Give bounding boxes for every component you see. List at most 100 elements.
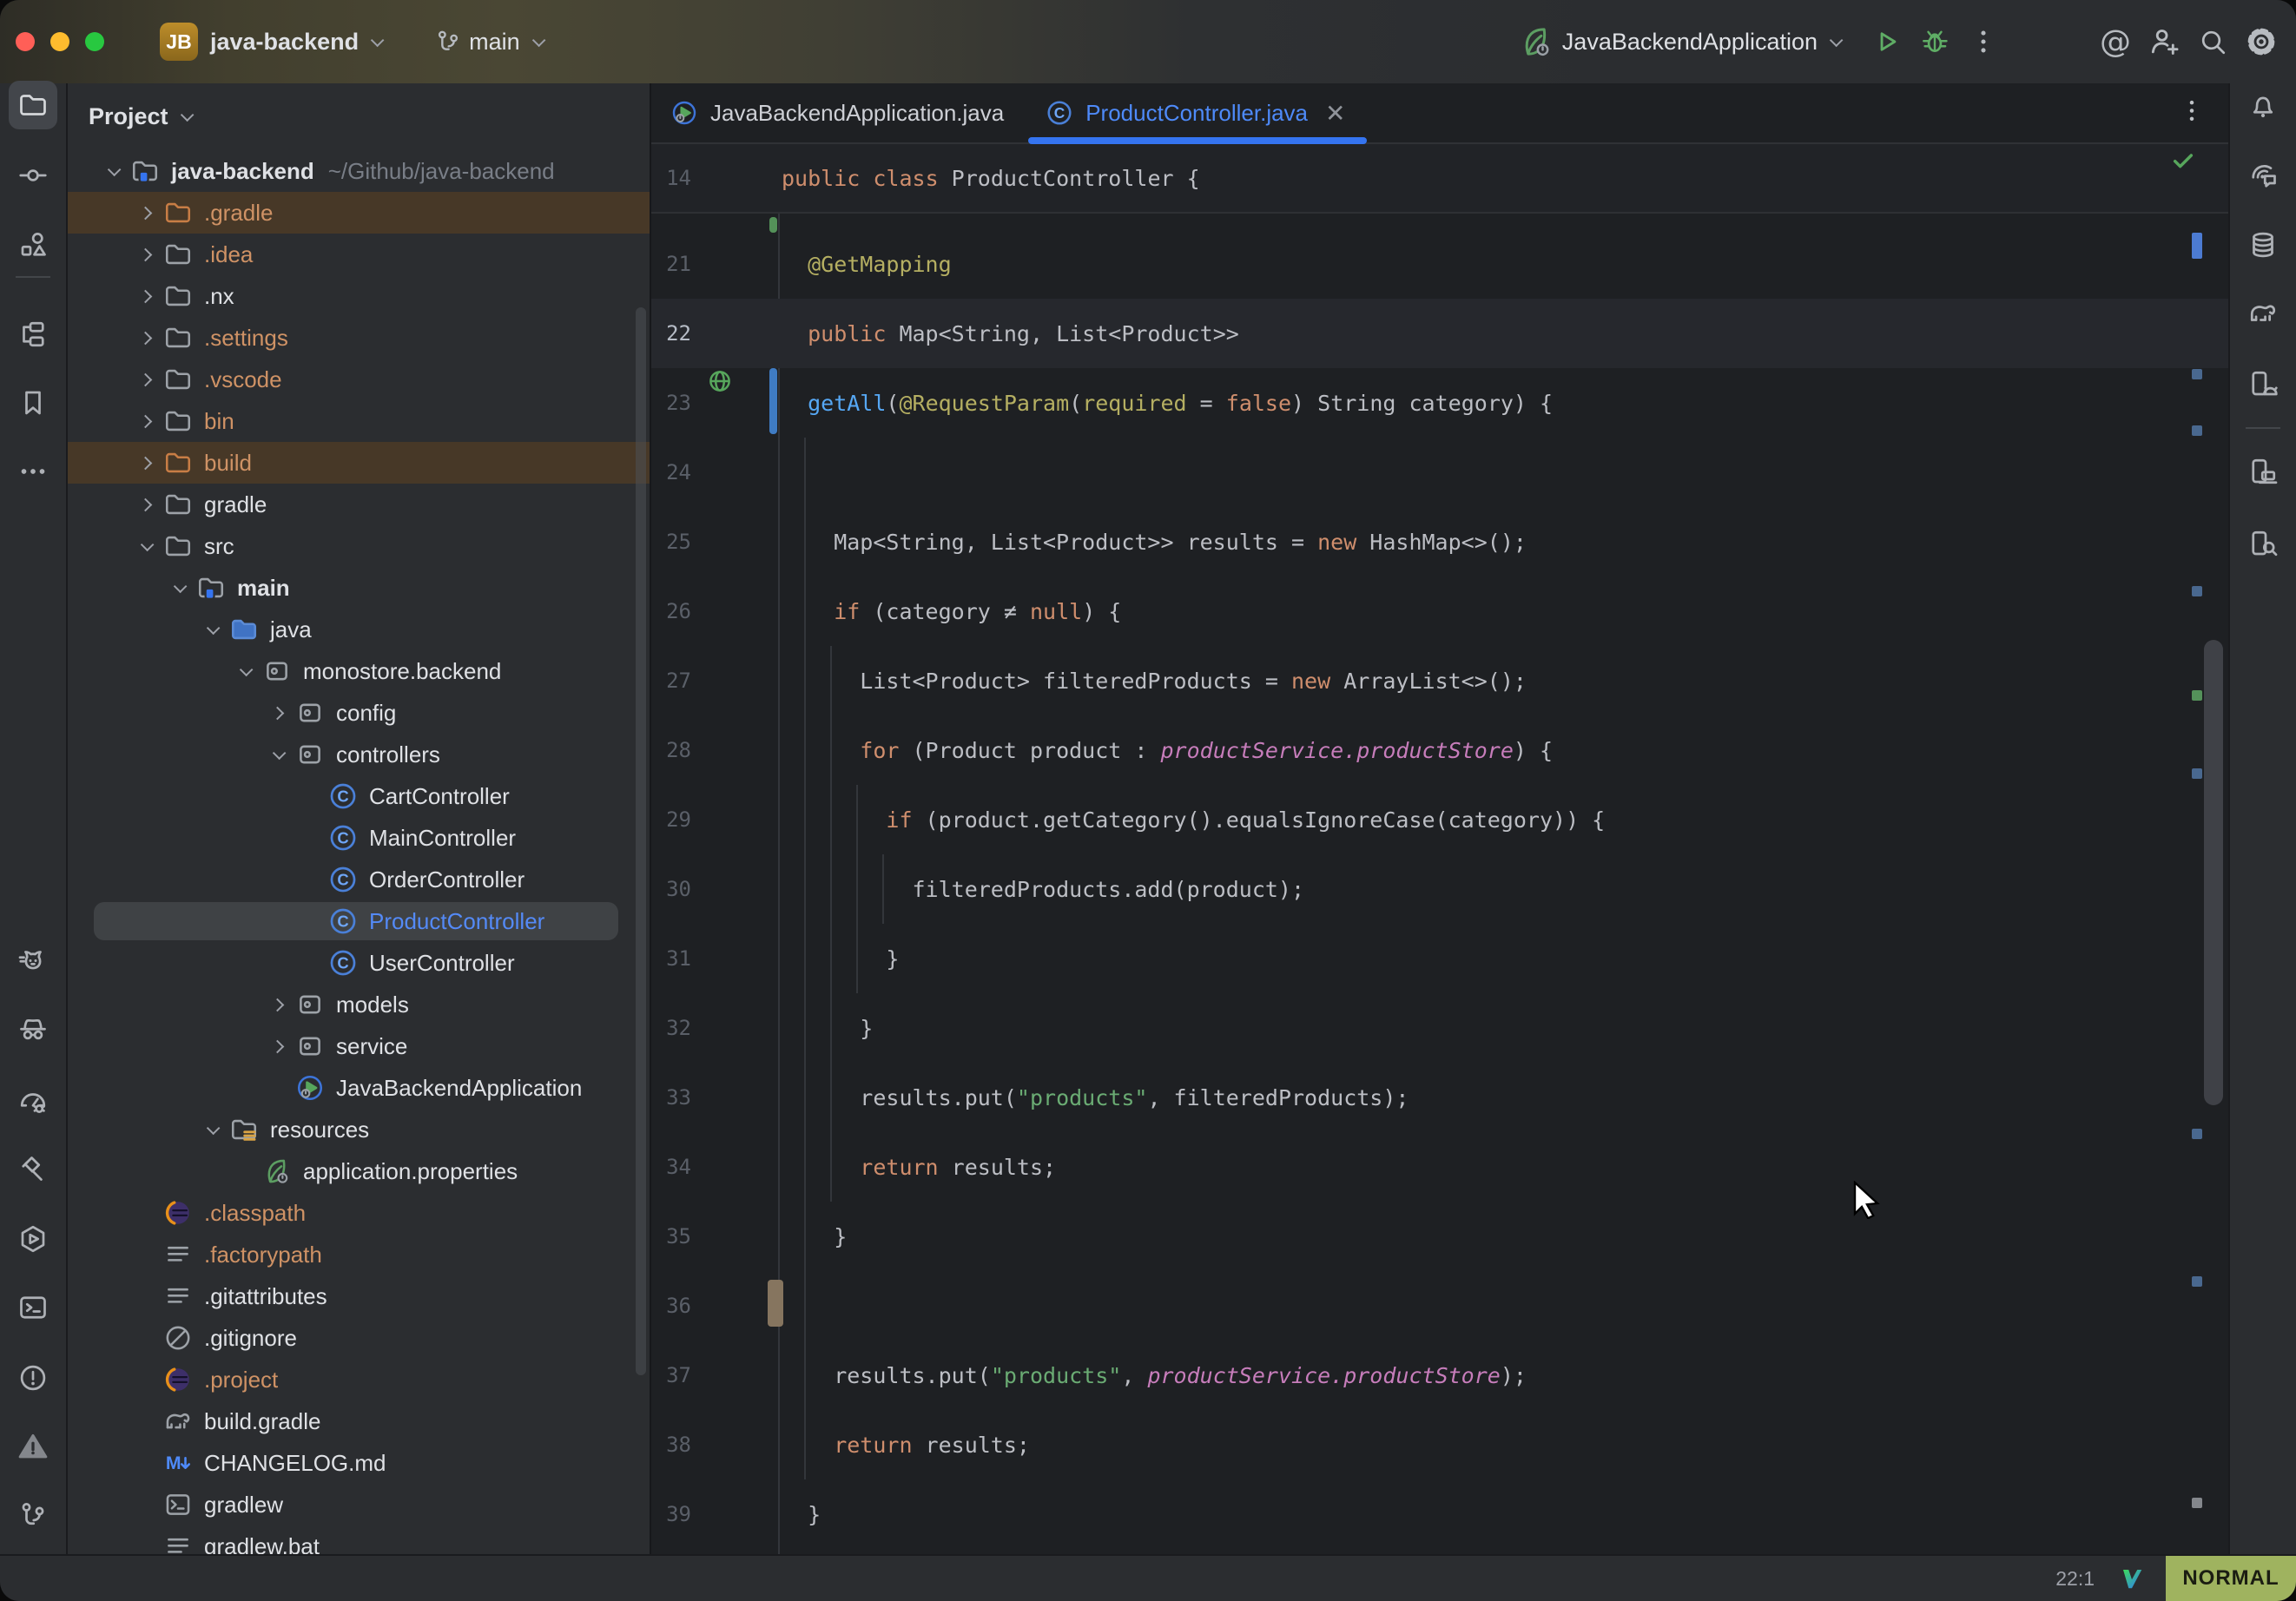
code-line-22[interactable]: 22public Map<String, List<Product>> [651,299,2228,368]
structure-icon[interactable] [9,221,57,269]
tab-javabackendapplication-java[interactable]: JavaBackendApplication.java [651,83,1026,142]
run-button[interactable] [1862,17,1910,66]
chevron-right-icon[interactable] [138,456,152,470]
chevron-right-icon[interactable] [138,247,152,261]
stripe-mark[interactable] [2192,1276,2202,1287]
stripe-mark[interactable] [2192,768,2202,779]
tree-item--classpath[interactable]: .classpath [68,1192,650,1234]
stripe-mark[interactable] [2192,425,2202,436]
device-manager-icon[interactable] [2239,359,2287,408]
project-tree-scrollbar[interactable] [636,307,646,1375]
services-icon[interactable] [9,1215,57,1263]
chevron-right-icon[interactable] [270,706,284,720]
code-line-23[interactable]: 23getAll(@RequestParam(required = false)… [651,368,2228,438]
editor-options-kebab-icon[interactable] [2178,97,2206,129]
code-rows[interactable]: 21@GetMapping22public Map<String, List<P… [651,214,2228,1554]
build-icon[interactable] [9,1145,57,1194]
tree-item-main[interactable]: main [68,567,650,609]
stripe-mark[interactable] [2192,1129,2202,1139]
tree-item-models[interactable]: models [68,984,650,1025]
ideavim-icon[interactable] [2119,1565,2145,1591]
chevron-down-icon[interactable] [140,537,154,551]
code-line-29[interactable]: 29if (product.getCategory().equalsIgnore… [651,785,2228,854]
stripe-mark[interactable] [2192,233,2202,259]
inspections-ok-icon[interactable] [2169,147,2197,175]
tree-item-application-properties[interactable]: application.properties [68,1150,650,1192]
commit-icon[interactable] [9,151,57,200]
tree-item-cartcontroller[interactable]: CCartController [68,775,650,817]
branch-widget[interactable]: main [431,17,542,66]
vim-mode-badge[interactable]: NORMAL [2166,1556,2296,1601]
close-window-button[interactable] [16,32,35,51]
stripe-mark[interactable] [2192,369,2202,379]
tree-item--factorypath[interactable]: .factorypath [68,1234,650,1275]
chevron-down-icon[interactable] [107,162,121,176]
code-line-21[interactable]: 21@GetMapping [651,229,2228,299]
tree-item-ordercontroller[interactable]: COrderController [68,859,650,900]
tree-item-javabackendapplication[interactable]: JavaBackendApplication [68,1067,650,1109]
tree-item-src[interactable]: src [68,525,650,567]
chevron-down-icon[interactable] [272,746,286,760]
terminal-icon[interactable] [9,1283,57,1332]
tree-item--settings[interactable]: .settings [68,317,650,359]
code-line-35[interactable]: 35} [651,1202,2228,1271]
tree-item-gradlew-bat[interactable]: gradlew.bat [68,1525,650,1554]
tree-item--gitignore[interactable]: .gitignore [68,1317,650,1359]
ai-assistant-icon[interactable] [2239,151,2287,200]
gradle-icon[interactable] [2239,289,2287,338]
code-line-33[interactable]: 33results.put("products", filteredProduc… [651,1063,2228,1132]
search-everywhere-button[interactable] [2188,17,2237,66]
rest-endpoint-icon[interactable] [707,368,733,394]
database-icon[interactable] [2239,221,2287,269]
code-line-37[interactable]: 37results.put("products", productService… [651,1341,2228,1410]
problems-icon[interactable] [9,1354,57,1402]
chevron-right-icon[interactable] [138,372,152,386]
tree-item-controllers[interactable]: controllers [68,734,650,775]
settings-button[interactable] [2237,17,2286,66]
chevron-right-icon[interactable] [270,998,284,1011]
minimize-window-button[interactable] [50,32,69,51]
ai-cat-icon[interactable] [9,938,57,986]
chevron-down-icon[interactable] [239,662,253,676]
profiler-icon[interactable] [9,1077,57,1125]
code-line-31[interactable]: 31} [651,924,2228,993]
tab-productcontroller-java[interactable]: CProductController.java✕ [1026,83,1368,142]
project-folder-icon[interactable] [9,81,57,129]
bookmarks-icon[interactable] [9,379,57,427]
debug-button[interactable] [1910,17,1959,66]
tree-item-build-gradle[interactable]: build.gradle [68,1400,650,1442]
chevron-down-icon[interactable] [206,1121,220,1135]
stripe-mark[interactable] [2192,586,2202,596]
tree-item-maincontroller[interactable]: CMainController [68,817,650,859]
chevron-down-icon[interactable] [180,109,194,122]
tree-item--gitattributes[interactable]: .gitattributes [68,1275,650,1317]
code-line-24[interactable]: 24 [651,438,2228,507]
project-widget[interactable]: JB java-backend [104,23,380,61]
code-line-25[interactable]: 25Map<String, List<Product>> results = n… [651,507,2228,576]
code-line-28[interactable]: 28for (Product product : productService.… [651,715,2228,785]
more-run-options-button[interactable] [1959,17,2008,66]
stripe-mark[interactable] [2192,690,2202,701]
code-line-38[interactable]: 38return results; [651,1410,2228,1479]
code-line-32[interactable]: 32} [651,993,2228,1063]
stripe-mark[interactable] [2192,1498,2202,1508]
tree-item-productcontroller[interactable]: CProductController [68,900,650,942]
code-line-36[interactable]: 36 [651,1271,2228,1341]
chevron-right-icon[interactable] [138,414,152,428]
version-control-icon[interactable] [9,1491,57,1539]
tree-item-config[interactable]: config [68,692,650,734]
tree-item--project[interactable]: .project [68,1359,650,1400]
warnings-icon[interactable] [9,1422,57,1471]
incognito-icon[interactable] [9,1005,57,1054]
tree-item-build[interactable]: build [68,442,650,484]
tree-item-java[interactable]: java [68,609,650,650]
chevron-right-icon[interactable] [138,206,152,220]
tree-item--vscode[interactable]: .vscode [68,359,650,400]
tree-item--gradle[interactable]: .gradle [68,192,650,234]
chevron-right-icon[interactable] [138,331,152,345]
chevron-right-icon[interactable] [138,289,152,303]
tree-item-bin[interactable]: bin [68,400,650,442]
notifications-icon[interactable] [2239,81,2287,129]
tree-item-gradle[interactable]: gradle [68,484,650,525]
run-config-widget[interactable]: JavaBackendApplication [1512,17,1839,66]
